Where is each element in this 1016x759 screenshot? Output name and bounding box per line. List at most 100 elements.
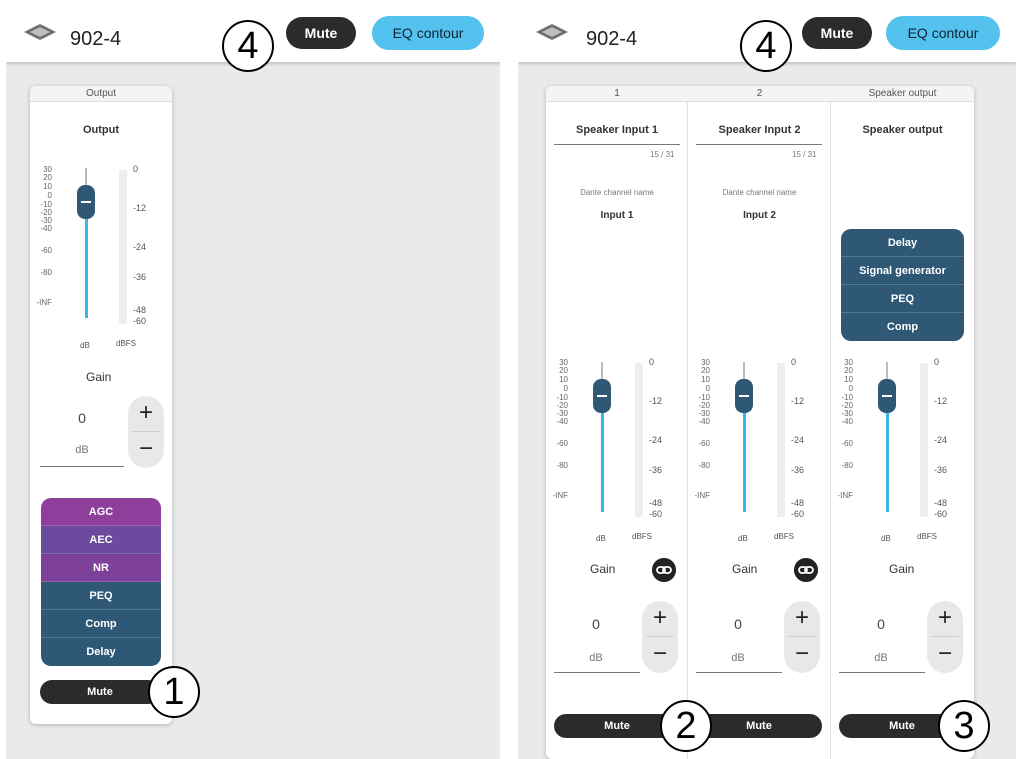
channel-name: Speaker output xyxy=(862,124,943,136)
global-mute-button[interactable]: Mute xyxy=(802,17,872,49)
gain-fader-knob[interactable] xyxy=(77,185,95,219)
gain-value-input[interactable]: 0 xyxy=(696,616,780,632)
gain-input-underline xyxy=(554,672,640,673)
fader-unit: dB xyxy=(881,534,891,543)
char-count: 15 / 31 xyxy=(792,150,817,159)
callout-4: 4 xyxy=(740,20,792,72)
callout-3: 3 xyxy=(938,700,990,752)
channel-name: Speaker Input 1 xyxy=(576,124,658,136)
right-device-panel: 902-4 Mute EQ contour 1 Speaker Input 1 … xyxy=(518,0,1016,759)
gain-decrease-button[interactable]: − xyxy=(642,637,678,673)
gain-input-underline xyxy=(696,672,782,673)
gain-fader-knob[interactable] xyxy=(593,379,611,413)
block-delay[interactable]: Delay xyxy=(41,638,161,666)
eq-contour-button[interactable]: EQ contour xyxy=(372,16,484,50)
fader-level-fill xyxy=(85,202,88,318)
gain-input-underline xyxy=(839,672,925,673)
callout-1: 1 xyxy=(148,666,200,718)
meter-unit: dBFS xyxy=(917,532,938,541)
block-peq[interactable]: PEQ xyxy=(41,582,161,610)
block-nr[interactable]: NR xyxy=(41,554,161,582)
fader-unit: dB xyxy=(80,341,90,350)
column-header: 1 xyxy=(546,86,688,102)
callout-2: 2 xyxy=(660,700,712,752)
gain-increase-button[interactable]: + xyxy=(927,601,963,637)
block-peq[interactable]: PEQ xyxy=(841,285,964,313)
device-logo-icon xyxy=(24,24,56,40)
dante-label: Dante channel name xyxy=(722,188,797,197)
level-meter xyxy=(920,363,928,517)
processing-blocks: AGC AEC NR PEQ Comp Delay xyxy=(41,498,161,666)
speaker-output-column: Speaker output Speaker output Delay Sign… xyxy=(831,86,974,759)
global-mute-button[interactable]: Mute xyxy=(286,17,356,49)
gain-unit: dB xyxy=(874,652,888,664)
gain-unit: dB xyxy=(75,444,89,456)
fader-level-fill xyxy=(886,396,889,512)
gain-stepper: + − xyxy=(927,601,963,673)
device-title: 902-4 xyxy=(70,28,122,50)
link-icon[interactable] xyxy=(652,558,676,582)
channel-mute-button[interactable]: Mute xyxy=(40,680,160,704)
speaker-input-2-column: 2 Speaker Input 2 15 / 31 Dante channel … xyxy=(688,86,831,759)
fader-unit: dB xyxy=(738,534,748,543)
channel-mute-button[interactable]: Mute xyxy=(696,714,822,738)
gain-decrease-button[interactable]: − xyxy=(784,637,820,673)
gain-stepper: + − xyxy=(128,396,164,468)
gain-unit: dB xyxy=(731,652,745,664)
speaker-input-1-column: 1 Speaker Input 1 15 / 31 Dante channel … xyxy=(546,86,688,759)
gain-fader-knob[interactable] xyxy=(735,379,753,413)
block-comp[interactable]: Comp xyxy=(41,610,161,638)
meter-unit: dBFS xyxy=(116,339,137,348)
gain-fader-knob[interactable] xyxy=(878,379,896,413)
gain-label: Gain xyxy=(86,370,112,384)
block-comp[interactable]: Comp xyxy=(841,313,964,341)
gain-increase-button[interactable]: + xyxy=(784,601,820,637)
dante-label: Dante channel name xyxy=(580,188,654,197)
column-header: 2 xyxy=(688,86,831,102)
gain-increase-button[interactable]: + xyxy=(128,396,164,432)
gain-stepper: + − xyxy=(642,601,678,673)
meter-unit: dBFS xyxy=(774,532,795,541)
dante-name: Input 2 xyxy=(743,210,776,221)
char-count: 15 / 31 xyxy=(650,150,675,159)
gain-input-underline xyxy=(40,466,124,467)
gain-label: Gain xyxy=(889,562,915,576)
device-logo-icon xyxy=(536,24,568,40)
callout-4: 4 xyxy=(222,20,274,72)
speaker-channels-card: 1 Speaker Input 1 15 / 31 Dante channel … xyxy=(546,86,974,759)
left-device-panel: 902-4 Mute EQ contour Output Output 30 2… xyxy=(6,0,500,759)
level-meter xyxy=(777,363,785,517)
block-agc[interactable]: AGC xyxy=(41,498,161,526)
gain-stepper: + − xyxy=(784,601,820,673)
block-aec[interactable]: AEC xyxy=(41,526,161,554)
gain-unit: dB xyxy=(589,652,603,664)
output-channel-card: Output Output 30 20 10 0 -10 -20 -30 -40… xyxy=(30,86,172,724)
channel-name-underline xyxy=(696,144,822,145)
channel-name: Output xyxy=(82,124,120,136)
block-signal-generator[interactable]: Signal generator xyxy=(841,257,964,285)
column-header: Speaker output xyxy=(831,86,974,102)
gain-decrease-button[interactable]: − xyxy=(927,637,963,673)
dante-name: Input 1 xyxy=(600,210,634,221)
gain-value-input[interactable]: 0 xyxy=(554,616,638,632)
fader-unit: dB xyxy=(596,534,606,543)
level-meter xyxy=(119,170,127,324)
gain-label: Gain xyxy=(732,562,758,576)
gain-value-input[interactable]: 0 xyxy=(40,410,124,426)
processing-blocks: Delay Signal generator PEQ Comp xyxy=(841,229,964,341)
fader-level-fill xyxy=(743,396,746,512)
gain-value-input[interactable]: 0 xyxy=(839,616,923,632)
level-meter xyxy=(635,363,643,517)
block-delay[interactable]: Delay xyxy=(841,229,964,257)
gain-increase-button[interactable]: + xyxy=(642,601,678,637)
eq-contour-button[interactable]: EQ contour xyxy=(886,16,1000,50)
column-header: Output xyxy=(30,86,172,102)
device-title: 902-4 xyxy=(586,28,638,50)
gain-decrease-button[interactable]: − xyxy=(128,432,164,468)
fader-level-fill xyxy=(601,396,604,512)
gain-label: Gain xyxy=(590,562,616,576)
channel-name-underline xyxy=(554,144,680,145)
meter-unit: dBFS xyxy=(632,532,653,541)
channel-name: Speaker Input 2 xyxy=(718,124,801,136)
link-icon[interactable] xyxy=(794,558,818,582)
